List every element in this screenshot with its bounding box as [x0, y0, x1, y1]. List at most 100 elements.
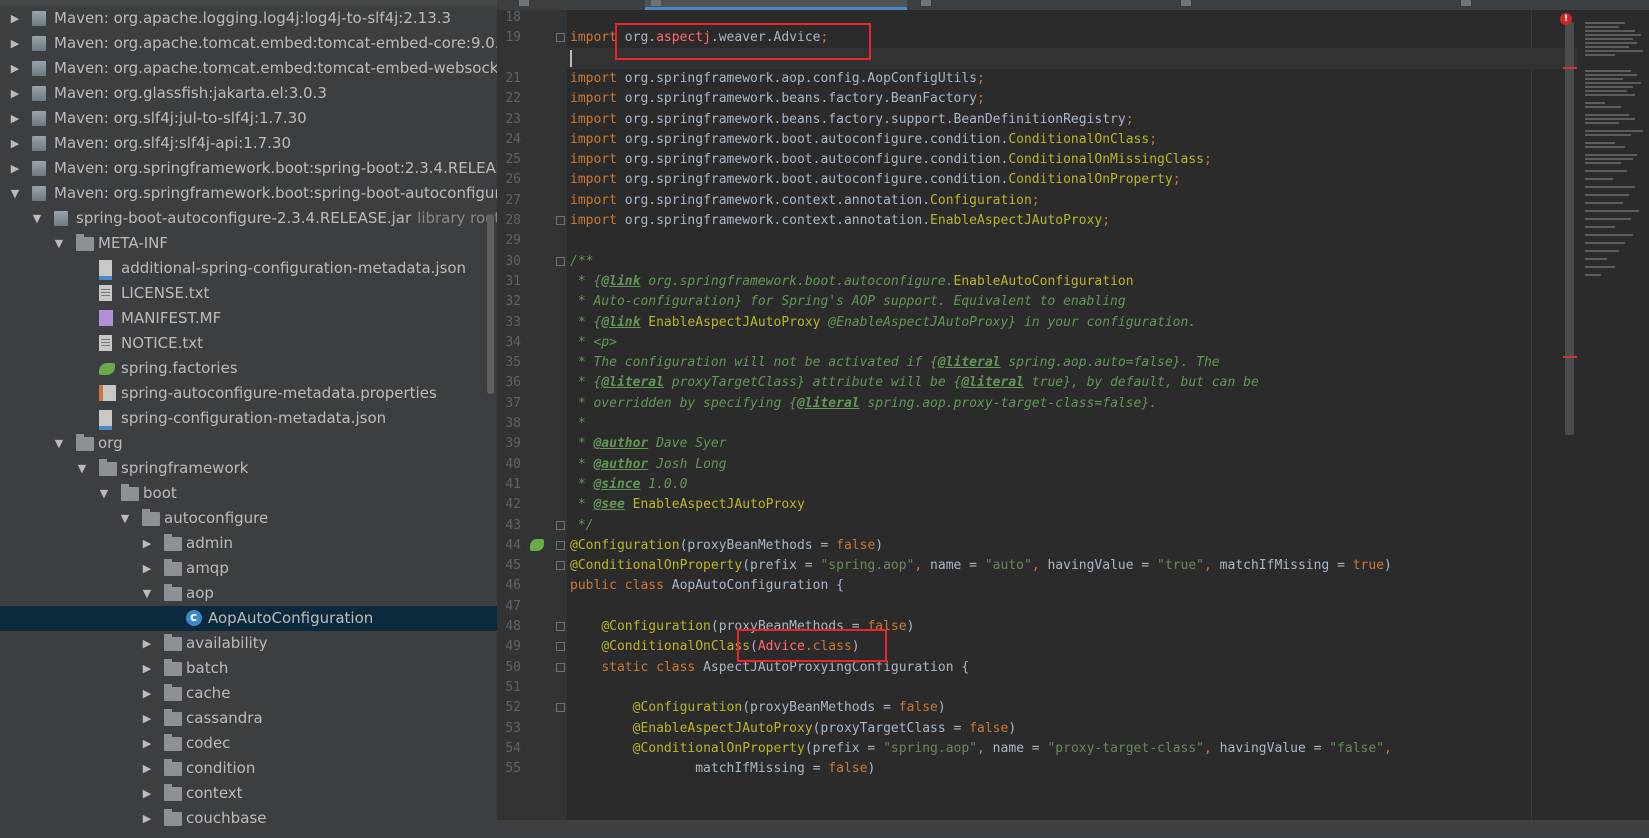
collapsed-arrow-icon[interactable]: ▶	[140, 806, 154, 831]
code-token: (prefix =	[742, 558, 821, 574]
tree-item[interactable]: ▶ availability	[0, 631, 497, 656]
fold-marker-icon[interactable]	[556, 662, 565, 672]
expanded-arrow-icon[interactable]: ▼	[118, 506, 132, 531]
error-stripe-mark[interactable]	[1563, 356, 1577, 358]
tree-item[interactable]: ▼ org	[0, 431, 497, 456]
code-token: @Configuration	[632, 700, 743, 716]
tree-item[interactable]: ▼ autoconfigure	[0, 506, 497, 531]
tree-item[interactable]: ▼ aop	[0, 581, 497, 606]
tree-item[interactable]: ▶ amqp	[0, 556, 497, 581]
tree-item[interactable]: ▶ admin	[0, 531, 497, 556]
editor-tab[interactable]	[517, 0, 642, 10]
code-token: * {	[570, 273, 602, 289]
fold-marker-icon[interactable]	[556, 703, 565, 713]
editor-tab-active[interactable]	[645, 0, 907, 10]
tree-item[interactable]: ▶ Maven: org.slf4j:slf4j-api:1.7.30	[0, 131, 497, 156]
collapsed-arrow-icon[interactable]: ▶	[140, 531, 154, 556]
fold-marker-icon[interactable]	[556, 33, 565, 43]
collapsed-arrow-icon[interactable]: ▶	[8, 156, 22, 181]
code-line: /**	[570, 251, 593, 272]
tree-item[interactable]: additional-spring-configuration-metadata…	[0, 256, 497, 281]
tree-item[interactable]: spring-autoconfigure-metadata.properties	[0, 381, 497, 406]
collapsed-arrow-icon[interactable]: ▶	[8, 106, 22, 131]
tree-item[interactable]: ▶ codec	[0, 731, 497, 756]
collapsed-arrow-icon[interactable]: ▶	[8, 131, 22, 156]
spring-bean-icon[interactable]	[530, 538, 544, 551]
tree-item[interactable]: ▼ Maven: org.springframework.boot:spring-…	[0, 181, 497, 206]
error-icon[interactable]: !	[1560, 13, 1572, 25]
tree-item[interactable]: ▼ springframework	[0, 456, 497, 481]
tree-item[interactable]: ▶ condition	[0, 756, 497, 781]
tree-item[interactable]: MANIFEST.MF	[0, 306, 497, 331]
collapsed-arrow-icon[interactable]: ▶	[8, 56, 22, 81]
tree-item-label: NOTICE.txt	[121, 334, 203, 352]
tree-item[interactable]: LICENSE.txt	[0, 281, 497, 306]
fold-marker-icon[interactable]	[556, 642, 565, 652]
tree-item[interactable]: ▶ couchbase	[0, 806, 497, 831]
editor-tab[interactable]	[917, 0, 1157, 10]
code-token: ,	[977, 740, 993, 756]
tree-item[interactable]: ▶ Maven: org.slf4j:jul-to-slf4j:1.7.30	[0, 106, 497, 131]
tree-item[interactable]: ▶ Maven: org.apache.tomcat.embed:tomcat-e…	[0, 56, 497, 81]
tree-item[interactable]: ▶ Maven: org.apache.logging.log4j:log4j-t…	[0, 6, 497, 31]
tree-item[interactable]: ▼ boot	[0, 481, 497, 506]
tree-item-label: Maven: org.apache.tomcat.embed:tomcat-em…	[54, 59, 497, 77]
tree-item[interactable]: ▼ META-INF	[0, 231, 497, 256]
error-stripe-mark[interactable]	[1563, 67, 1577, 69]
expanded-arrow-icon[interactable]: ▼	[30, 206, 44, 231]
code-token: @EnableAspectJAutoProxy} in your configu…	[820, 314, 1197, 330]
collapsed-arrow-icon[interactable]: ▶	[8, 31, 22, 56]
fold-marker-icon[interactable]	[556, 561, 565, 571]
expanded-arrow-icon[interactable]: ▼	[52, 431, 66, 456]
fold-marker-icon[interactable]	[556, 622, 565, 631]
fold-marker-icon[interactable]	[556, 256, 565, 266]
tree-item[interactable]: ▶ Maven: org.springframework.boot:spring-…	[0, 156, 497, 181]
code-editor[interactable]: 1819202122232425262728293031323334353637…	[497, 10, 1649, 820]
horizontal-scrollbar[interactable]	[497, 820, 1649, 838]
expanded-arrow-icon[interactable]: ▼	[8, 181, 22, 206]
code-token: @ConditionalOnProperty	[570, 558, 743, 574]
fold-marker-icon[interactable]	[556, 540, 565, 550]
line-number: 49	[505, 639, 521, 655]
tree-item[interactable]: NOTICE.txt	[0, 331, 497, 356]
editor-tab[interactable]	[1177, 0, 1437, 10]
line-number: 51	[505, 679, 521, 695]
fold-marker-icon[interactable]	[556, 216, 565, 225]
expanded-arrow-icon[interactable]: ▼	[75, 456, 89, 481]
project-tree-scrollbar[interactable]	[487, 214, 494, 394]
code-token: "auto"	[984, 558, 1032, 574]
tree-item[interactable]: ▶ cache	[0, 681, 497, 706]
collapsed-arrow-icon[interactable]: ▶	[8, 81, 22, 106]
tree-item[interactable]: ▼ spring-boot-autoconfigure-2.3.4.RELEASE…	[0, 206, 497, 231]
tree-item[interactable]: ▶ batch	[0, 656, 497, 681]
tree-item[interactable]: ▶ cassandra	[0, 706, 497, 731]
tree-item[interactable]: AopAutoConfiguration	[0, 605, 497, 631]
tree-item[interactable]: ▶ Maven: org.apache.tomcat.embed:tomcat-e…	[0, 31, 497, 56]
collapsed-arrow-icon[interactable]: ▶	[140, 706, 154, 731]
collapsed-arrow-icon[interactable]: ▶	[8, 6, 22, 31]
collapsed-arrow-icon[interactable]: ▶	[140, 731, 154, 756]
package-icon	[99, 459, 117, 476]
expanded-arrow-icon[interactable]: ▼	[140, 581, 154, 606]
editor-tab[interactable]	[1457, 0, 1637, 10]
tree-item[interactable]: spring.factories	[0, 356, 497, 381]
collapsed-arrow-icon[interactable]: ▶	[140, 756, 154, 781]
expanded-arrow-icon[interactable]: ▼	[97, 481, 111, 506]
minimap-line	[1585, 42, 1637, 44]
fold-marker-icon[interactable]	[556, 520, 565, 530]
collapsed-arrow-icon[interactable]: ▶	[140, 656, 154, 681]
project-tree[interactable]: ▶ Maven: org.apache.logging.log4j:log4j-t…	[0, 0, 497, 838]
tree-item[interactable]: ▶ Maven: org.glassfish:jakarta.el:3.0.3	[0, 81, 497, 106]
expanded-arrow-icon[interactable]: ▼	[52, 231, 66, 256]
code-minimap[interactable]	[1577, 10, 1649, 820]
collapsed-arrow-icon[interactable]: ▶	[140, 681, 154, 706]
editor-scrollbar[interactable]	[1565, 22, 1574, 435]
code-token: havingValue =	[1047, 558, 1158, 574]
code-token: @link	[601, 273, 641, 289]
tree-item[interactable]: spring-configuration-metadata.json	[0, 406, 497, 431]
tree-item[interactable]: ▶ context	[0, 781, 497, 806]
code-line: * The configuration will not be activate…	[570, 352, 1220, 373]
collapsed-arrow-icon[interactable]: ▶	[140, 631, 154, 656]
collapsed-arrow-icon[interactable]: ▶	[140, 781, 154, 806]
collapsed-arrow-icon[interactable]: ▶	[140, 556, 154, 581]
